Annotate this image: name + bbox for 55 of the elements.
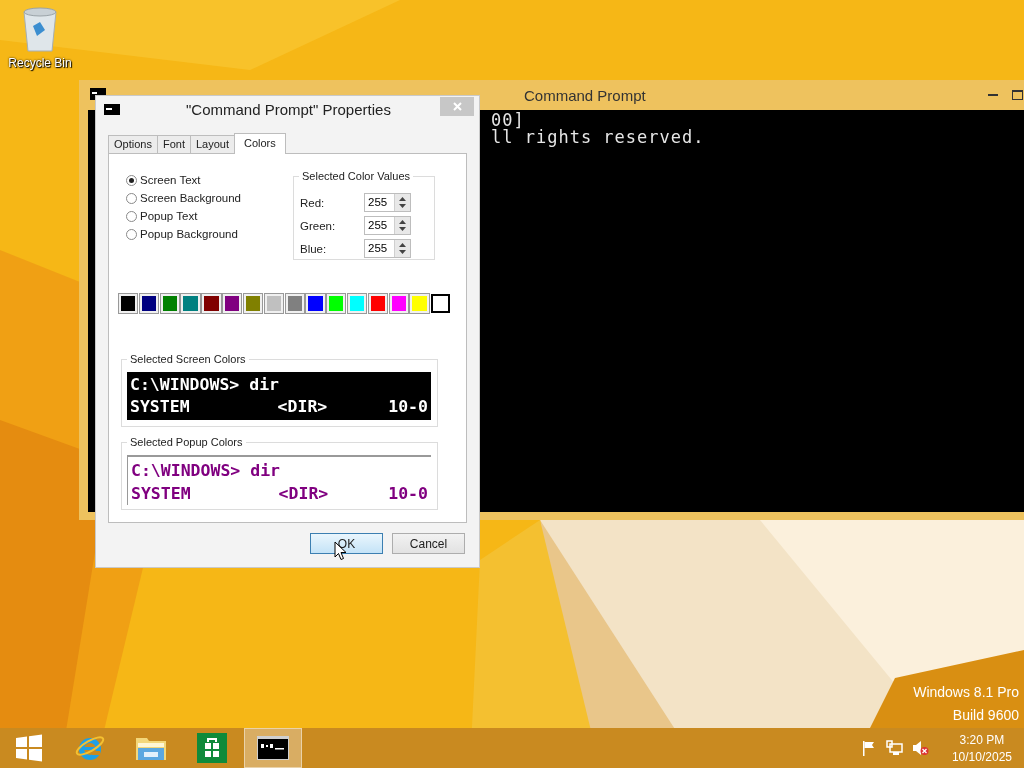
tab[interactable]: Options	[108, 135, 158, 153]
windows-logo-icon[interactable]	[15, 734, 43, 762]
console-icon[interactable]	[257, 736, 289, 760]
muted-speaker-icon[interactable]	[911, 740, 929, 756]
group-title: Selected Color Values	[299, 170, 414, 182]
network-icon[interactable]	[885, 740, 903, 756]
tab[interactable]: Font	[156, 135, 191, 153]
dialog-title: "Command Prompt" Properties	[186, 101, 391, 118]
watermark-text: Windows 8.1 Pro	[913, 684, 1019, 700]
tab[interactable]: Layout	[189, 135, 235, 153]
group-title: Selected Screen Colors	[127, 353, 249, 365]
field-label: Blue:	[300, 242, 328, 255]
console-line: 00]	[491, 112, 526, 129]
minimize-icon[interactable]	[988, 93, 998, 97]
recycle-bin-icon[interactable]	[21, 6, 59, 52]
clock-time: 3:20 PM	[959, 732, 1005, 747]
radio-button[interactable]	[126, 192, 137, 204]
console-line: ll rights reserved.	[491, 129, 706, 146]
preview-text: <DIR>	[277, 396, 328, 418]
spin-arrows-icon[interactable]	[394, 240, 410, 257]
radio-label[interactable]: Popup Background	[140, 228, 238, 240]
preview-text: C:\WINDOWS> dir	[130, 374, 279, 396]
maximize-icon[interactable]	[1012, 90, 1023, 100]
window-title: Command Prompt	[524, 86, 646, 104]
radio-label[interactable]: Screen Text	[140, 174, 201, 186]
radio-button[interactable]	[126, 228, 137, 240]
dialog-button[interactable]: Cancel	[392, 533, 465, 554]
close-icon	[452, 102, 462, 111]
color-swatch[interactable]	[431, 294, 450, 313]
watermark-text: Build 9600	[952, 707, 1019, 723]
preview-text: <DIR>	[278, 483, 329, 505]
spin-arrows-icon[interactable]	[394, 194, 410, 211]
preview-text: SYSTEM	[131, 483, 191, 505]
radio-button[interactable]	[126, 174, 137, 186]
radio-label[interactable]: Popup Text	[140, 210, 198, 222]
flag-icon[interactable]	[860, 740, 877, 756]
preview-text: C:\WINDOWS> dir	[131, 460, 280, 482]
store-bag-icon[interactable]	[197, 733, 227, 763]
console-icon	[104, 104, 120, 115]
preview-text: 10-0	[388, 396, 428, 418]
radio-button[interactable]	[126, 210, 137, 222]
clock-date: 10/10/2025	[951, 749, 1012, 764]
dialog-button[interactable]: OK	[310, 533, 383, 554]
preview-text: SYSTEM	[130, 396, 190, 418]
field-label: Red:	[300, 196, 326, 209]
tab[interactable]: Colors	[233, 133, 286, 154]
spin-field[interactable]: 255	[364, 239, 411, 258]
taskbar-button[interactable]	[244, 728, 302, 768]
radio-label[interactable]: Screen Background	[140, 192, 241, 204]
spin-field[interactable]: 255	[364, 193, 411, 212]
field-label: Green:	[300, 219, 337, 232]
spin-arrows-icon[interactable]	[394, 217, 410, 234]
preview-text: 10-0	[388, 483, 428, 505]
spin-field[interactable]: 255	[364, 216, 411, 235]
group-title: Selected Popup Colors	[127, 436, 246, 448]
